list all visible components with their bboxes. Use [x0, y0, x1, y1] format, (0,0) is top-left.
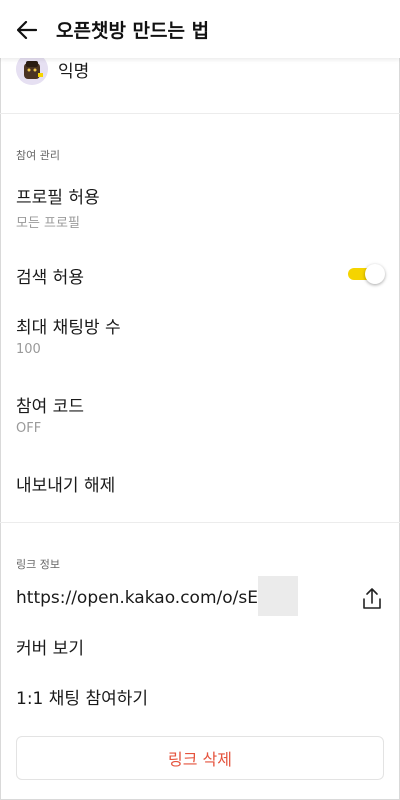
toggle-knob — [365, 264, 385, 284]
app-header: 오픈챗방 만드는 법 — [0, 0, 400, 58]
delete-link-button[interactable]: 링크 삭제 — [16, 736, 384, 780]
back-arrow-icon[interactable] — [14, 17, 40, 43]
link-section-label: 링크 정보 — [16, 558, 60, 571]
profile-name: 익명 — [58, 61, 90, 82]
join-code-value: OFF — [16, 421, 42, 436]
search-allow-item[interactable]: 검색 허용 — [16, 263, 84, 288]
redaction-box — [258, 576, 298, 616]
participation-section-label: 참여 관리 — [16, 149, 60, 162]
profile-allow-value: 모든 프로필 — [16, 216, 80, 231]
section-divider — [0, 113, 400, 114]
link-url[interactable]: https://open.kakao.com/o/sE Jfgc — [16, 588, 295, 608]
max-rooms-item[interactable]: 최대 채팅방 수 — [16, 313, 121, 338]
profile-allow-item[interactable]: 프로필 허용 — [16, 183, 100, 208]
join-code-item[interactable]: 참여 코드 — [16, 392, 84, 417]
share-icon[interactable] — [360, 586, 384, 612]
export-release-item[interactable]: 내보내기 해제 — [16, 471, 115, 496]
max-rooms-value: 100 — [16, 342, 41, 357]
cover-view-item[interactable]: 커버 보기 — [16, 634, 84, 659]
section-divider — [0, 522, 400, 523]
search-allow-toggle[interactable] — [348, 264, 385, 284]
one-on-one-chat-item[interactable]: 1:1 채팅 참여하기 — [16, 684, 148, 709]
page-title: 오픈챗방 만드는 법 — [56, 20, 210, 42]
